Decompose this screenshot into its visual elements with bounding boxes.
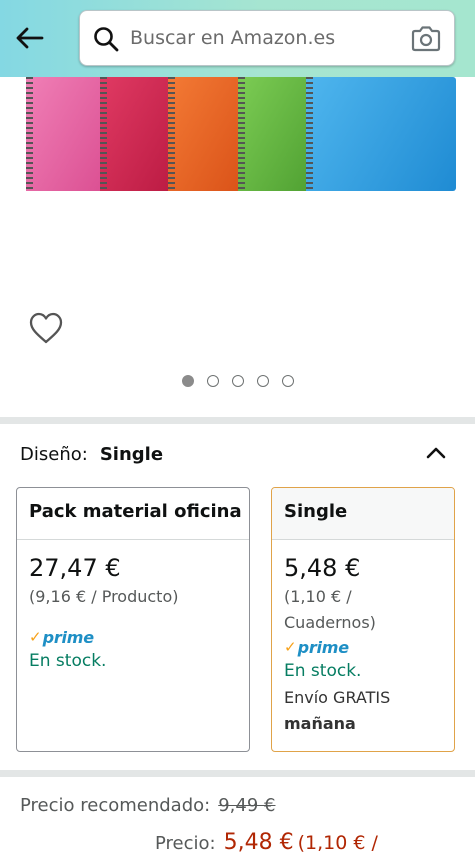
design-value: Single — [99, 443, 164, 465]
shipping-day: mañana — [284, 714, 356, 733]
section-divider — [0, 770, 475, 777]
carousel-dot[interactable] — [281, 375, 294, 387]
stock-status: En stock. — [29, 651, 107, 671]
back-button[interactable] — [10, 20, 48, 56]
variant-option-pack[interactable]: Pack material oficina 27,47 € (9,16 € / … — [16, 487, 250, 752]
product-image-gallery[interactable] — [0, 77, 475, 417]
variant-price: 27,47 € — [29, 554, 121, 582]
camera-icon[interactable] — [410, 24, 442, 54]
price-per-unit: (1,10 € / — [297, 832, 378, 854]
current-price: 5,48 € — [223, 830, 294, 855]
prime-check-icon: ✓ — [284, 638, 297, 656]
search-input[interactable] — [130, 23, 400, 53]
search-box[interactable] — [79, 10, 455, 66]
shipping-info: Envío GRATIS — [284, 688, 391, 707]
price-row: Precio: 5,48 € (1,10 € / — [155, 830, 378, 855]
carousel-dot[interactable] — [256, 375, 269, 387]
variant-price: 5,48 € — [284, 554, 361, 582]
recommended-price-row: Precio recomendado: 9,49 € — [20, 795, 275, 816]
section-divider — [0, 417, 475, 424]
magnifier-icon — [94, 27, 119, 52]
carousel-dot[interactable] — [181, 375, 194, 387]
prime-badge: ✓ prime — [284, 636, 442, 658]
design-label: Diseño: — [20, 443, 88, 465]
top-bar — [0, 0, 475, 77]
variant-title: Single — [272, 488, 454, 540]
carousel-indicator — [0, 375, 475, 389]
variant-title: Pack material oficina — [17, 488, 249, 540]
notebook-image-blue — [306, 77, 456, 191]
price-label: Precio: — [155, 833, 216, 854]
recommended-price-value: 9,49 € — [218, 795, 276, 816]
variant-unit-price-line2: Cuadernos) — [284, 613, 376, 632]
carousel-dot[interactable] — [206, 375, 219, 387]
variant-unit-price: (9,16 € / Producto) — [29, 587, 179, 606]
design-selector-header[interactable]: Diseño: Single — [20, 440, 455, 468]
prime-check-icon: ✓ — [29, 628, 42, 646]
prime-label: prime — [42, 627, 95, 647]
prime-badge: ✓ prime — [29, 626, 237, 648]
recommended-price-label: Precio recomendado: — [20, 795, 211, 816]
stock-status: En stock. — [284, 661, 362, 681]
variant-unit-price-line1: (1,10 € / — [284, 587, 352, 606]
variant-option-single[interactable]: Single 5,48 € (1,10 € / Cuadernos) ✓ pri… — [271, 487, 455, 752]
prime-label: prime — [297, 637, 350, 657]
heart-icon[interactable] — [28, 311, 64, 345]
chevron-up-icon[interactable] — [423, 440, 449, 466]
arrow-left-icon — [16, 27, 44, 49]
carousel-dot[interactable] — [231, 375, 244, 387]
